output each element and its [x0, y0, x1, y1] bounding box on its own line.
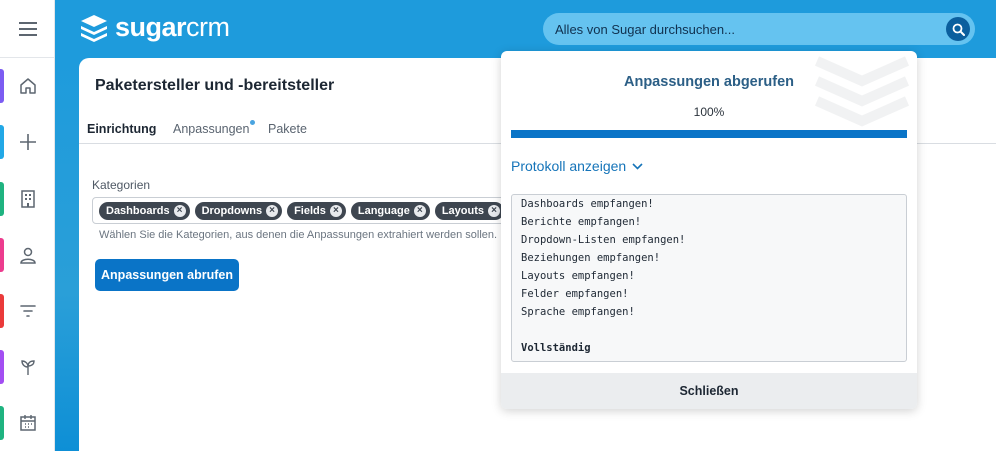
progress-bar: [511, 130, 907, 138]
page-title: Paketersteller und -bereitsteller: [95, 77, 335, 94]
log-line: Layouts empfangen!: [521, 270, 635, 282]
sidebar-item-opportunities[interactable]: [0, 350, 55, 384]
progress-fill: [511, 130, 907, 138]
hamburger-menu-button[interactable]: [0, 0, 55, 58]
sidebar-item-marker: [0, 182, 4, 216]
sprout-icon: [20, 360, 35, 375]
log-output[interactable]: Dashboards empfangen! Berichte empfangen…: [511, 194, 907, 362]
home-icon: [19, 78, 36, 94]
sidebar-item-contacts[interactable]: [0, 238, 55, 272]
sidebar-item-marker: [0, 238, 4, 272]
sidebar-item-home[interactable]: [0, 69, 55, 103]
tag-language: Language ×: [350, 202, 430, 220]
filter-icon: [19, 305, 36, 317]
logo-text-bold: sugar: [115, 12, 187, 42]
tab-anpassungen[interactable]: Anpassungen: [173, 122, 249, 136]
remove-tag-icon[interactable]: ×: [266, 205, 279, 217]
tag-fields: Fields ×: [287, 202, 346, 220]
tab-pakete[interactable]: Pakete: [268, 122, 307, 136]
sidebar-item-leads[interactable]: [0, 294, 55, 328]
search-icon: [952, 23, 965, 36]
tag-label: Fields: [294, 205, 326, 217]
log-line: Felder empfangen!: [521, 288, 629, 300]
categories-help-text: Wählen Sie die Kategorien, aus denen die…: [99, 229, 498, 241]
search-input[interactable]: Alles von Sugar durchsuchen...: [555, 22, 946, 37]
chevron-down-icon: [632, 162, 643, 170]
sidebar-item-marker: [0, 350, 4, 384]
remove-tag-icon[interactable]: ×: [488, 205, 501, 217]
log-line: Dropdown-Listen empfangen!: [521, 234, 686, 246]
tag-dropdowns: Dropdowns ×: [194, 202, 283, 220]
tag-label: Dropdowns: [201, 205, 263, 217]
tab-notification-dot: [250, 120, 255, 125]
sidebar-item-marker: [0, 406, 4, 440]
log-line: Sprache empfangen!: [521, 306, 635, 318]
tag-layouts: Layouts ×: [434, 202, 505, 220]
sidebar-item-marker: [0, 69, 4, 103]
cube-logo-icon: [81, 14, 107, 42]
user-icon: [19, 247, 36, 264]
search-button[interactable]: [946, 17, 970, 41]
show-log-toggle[interactable]: Protokoll anzeigen: [511, 158, 643, 174]
sugarcrm-logo[interactable]: sugar crm: [79, 12, 230, 43]
progress-percent: 100%: [693, 105, 725, 119]
sidebar-item-calendar[interactable]: [0, 406, 55, 440]
decorative-chevrons: [814, 56, 910, 127]
sidebar-item-accounts[interactable]: [0, 182, 55, 216]
tag-label: Language: [357, 205, 410, 217]
calendar-icon: [19, 415, 36, 431]
plus-icon: [19, 134, 36, 150]
left-rail: [0, 0, 55, 451]
close-button[interactable]: Schließen: [501, 373, 917, 409]
global-search[interactable]: Alles von Sugar durchsuchen...: [543, 13, 975, 45]
sidebar-item-marker: [0, 125, 4, 159]
hamburger-icon: [18, 21, 37, 36]
tag-label: Dashboards: [106, 205, 170, 217]
sidebar-item-quick-create[interactable]: [0, 125, 55, 159]
fetch-result-dialog: Anpassungen abgerufen 100% Protokoll anz…: [501, 51, 917, 409]
logo-text-light: crm: [186, 12, 230, 42]
top-header: sugar crm Alles von Sugar durchsuchen...: [55, 0, 996, 58]
show-log-label: Protokoll anzeigen: [511, 158, 627, 174]
sidebar-item-marker: [0, 294, 4, 328]
dialog-title: Anpassungen abgerufen: [624, 74, 794, 90]
log-line: Berichte empfangen!: [521, 216, 642, 228]
tag-dashboards: Dashboards ×: [99, 202, 190, 220]
tag-label: Layouts: [441, 205, 485, 217]
log-line-complete: Vollständig: [521, 342, 591, 354]
categories-multiselect[interactable]: Dashboards × Dropdowns × Fields × Language ×…: [92, 197, 512, 224]
remove-tag-icon[interactable]: ×: [329, 205, 342, 217]
remove-tag-icon[interactable]: ×: [173, 205, 186, 217]
building-icon: [20, 190, 35, 208]
fetch-customizations-button[interactable]: Anpassungen abrufen: [95, 259, 239, 291]
categories-label: Kategorien: [92, 178, 151, 192]
tab-einrichtung[interactable]: Einrichtung: [87, 122, 156, 136]
log-line: Dashboards empfangen!: [521, 198, 654, 210]
remove-tag-icon[interactable]: ×: [413, 205, 426, 217]
log-line: Beziehungen empfangen!: [521, 252, 661, 264]
